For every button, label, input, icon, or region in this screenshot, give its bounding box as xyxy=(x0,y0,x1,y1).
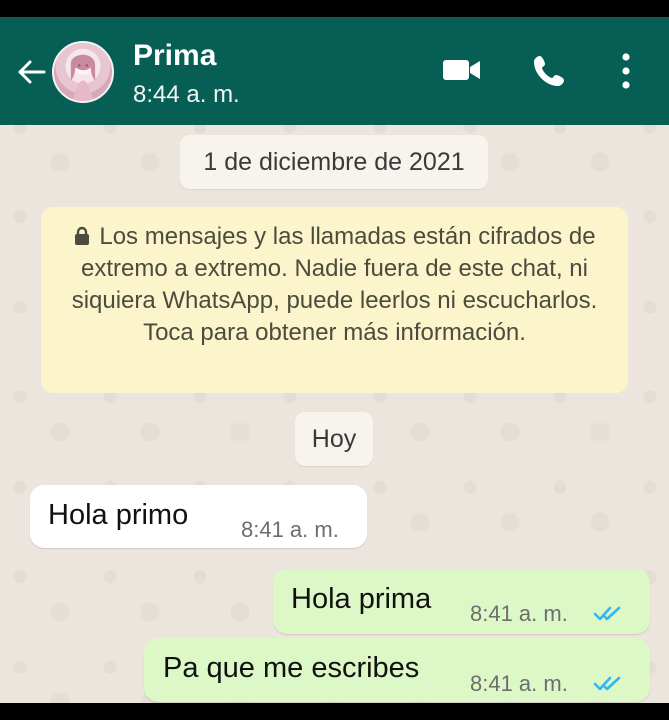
phone-icon[interactable] xyxy=(531,53,567,89)
back-arrow-icon[interactable] xyxy=(14,55,48,89)
chat-screen: Prima 8:44 a. m. 1 de diciembre de 2021 xyxy=(0,17,669,703)
message-time: 8:41 a. m. xyxy=(470,671,568,696)
encryption-notice-text: Los mensajes y las llamadas están cifrad… xyxy=(71,223,598,346)
read-receipt-icon xyxy=(593,675,623,693)
video-call-icon[interactable] xyxy=(441,55,483,85)
avatar[interactable] xyxy=(52,41,114,103)
encryption-notice[interactable]: Los mensajes y las llamadas están cifrad… xyxy=(41,207,628,393)
more-vert-icon[interactable] xyxy=(617,51,635,91)
message-time: 8:41 a. m. xyxy=(470,601,568,626)
lock-icon xyxy=(73,223,91,245)
date-chip: 1 de diciembre de 2021 xyxy=(180,135,488,189)
message-incoming[interactable]: Hola primo 8:41 a. m. xyxy=(30,485,367,548)
message-outgoing[interactable]: Hola prima 8:41 a. m. xyxy=(273,569,650,634)
contact-name[interactable]: Prima xyxy=(133,39,216,73)
read-receipt-icon xyxy=(593,605,623,623)
message-text: Hola prima xyxy=(291,583,432,615)
chat-header: Prima 8:44 a. m. xyxy=(0,17,669,125)
last-seen: 8:44 a. m. xyxy=(133,81,240,108)
message-time: 8:41 a. m. xyxy=(241,517,339,542)
message-outgoing[interactable]: Pa que me escribes 8:41 a. m. xyxy=(144,638,650,702)
message-text: Hola primo xyxy=(48,499,189,531)
message-text: Pa que me escribes xyxy=(163,652,420,684)
today-chip: Hoy xyxy=(295,412,373,466)
